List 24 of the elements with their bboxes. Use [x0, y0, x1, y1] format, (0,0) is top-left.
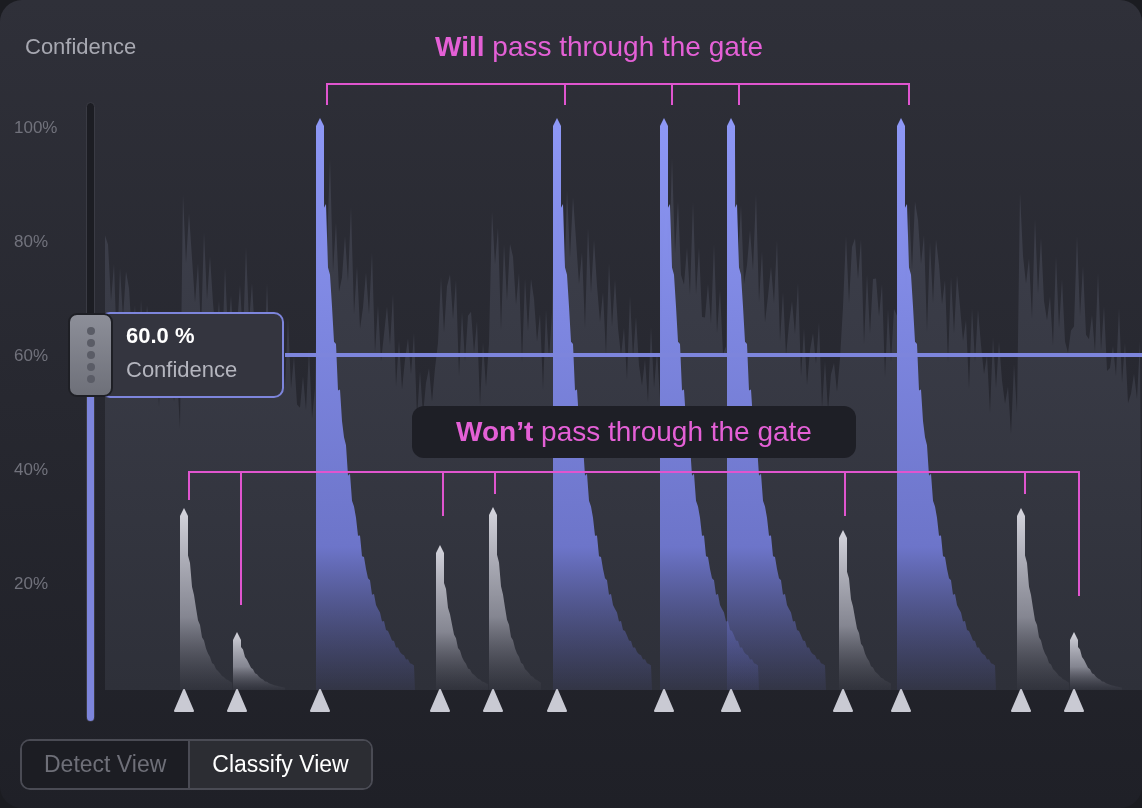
- view-tab[interactable]: Classify View: [188, 741, 371, 788]
- triangle-marker-icon: [547, 689, 567, 712]
- axis-label: 100%: [14, 117, 58, 139]
- pass-annotation: Will pass through the gate: [435, 31, 764, 62]
- slider-value: 60.0 %: [126, 322, 196, 350]
- triangle-marker-icon: [891, 689, 911, 712]
- triangle-marker-icon: [721, 689, 741, 712]
- axis-label: 40%: [14, 459, 50, 481]
- slider-label: Confidence: [126, 356, 239, 384]
- triangle-marker-icon: [174, 689, 194, 712]
- triangle-marker-icon: [833, 689, 853, 712]
- triangle-marker-icon: [310, 689, 330, 712]
- axis-label: 60%: [14, 345, 50, 367]
- slider-thumb[interactable]: [68, 313, 113, 397]
- triangle-marker-icon: [430, 689, 450, 712]
- triangle-marker-icon: [227, 689, 247, 712]
- axis-label: 20%: [14, 573, 50, 595]
- triangle-marker-icon: [1064, 689, 1084, 712]
- block-annotation: Won’t pass through the gate: [456, 415, 812, 449]
- chart-title: Confidence: [25, 33, 137, 61]
- triangle-marker-icon: [483, 689, 503, 712]
- axis-label: 80%: [14, 231, 50, 253]
- triangle-marker-icon: [1011, 689, 1031, 712]
- triangle-marker-icon: [654, 689, 674, 712]
